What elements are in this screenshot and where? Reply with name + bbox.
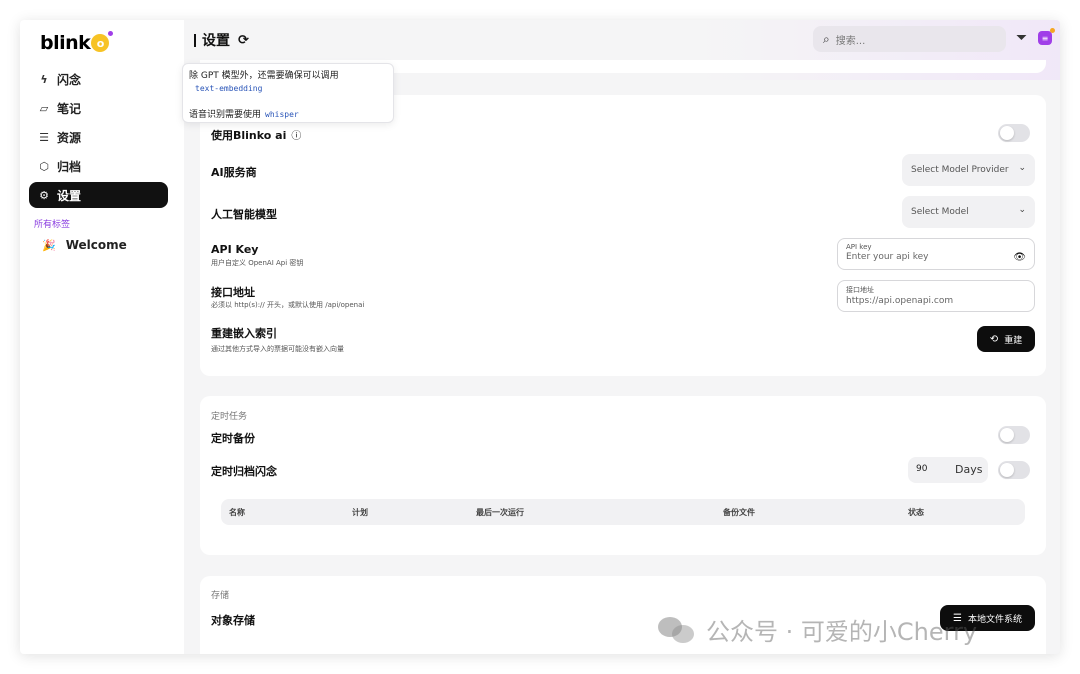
use-blinko-ai-toggle[interactable] xyxy=(998,124,1030,142)
model-select-value: Select Model xyxy=(911,207,969,217)
eye-icon[interactable]: 👁 xyxy=(1013,252,1026,263)
ai-provider-label: AI服务商 xyxy=(211,166,257,179)
reindex-button-label: 重建 xyxy=(1004,335,1023,346)
reindex-desc: 通过其他方式导入的票据可能没有嵌入向量 xyxy=(211,345,344,353)
storage-section-title: 存储 xyxy=(211,591,230,601)
title-bar-icon xyxy=(194,33,196,47)
tooltip-line2: 语音识别需要使用 whisper xyxy=(189,107,299,120)
scheduled-backup-label: 定时备份 xyxy=(211,432,255,445)
sidebar-item-archive[interactable]: ⬡ 归档 xyxy=(29,153,168,179)
model-provider-select[interactable]: Select Model Provider ⌄ xyxy=(902,154,1035,186)
endpoint-label: 接口地址 xyxy=(211,286,255,299)
tag-label: Welcome xyxy=(65,238,127,252)
model-provider-value: Select Model Provider xyxy=(911,165,1009,175)
page-title-text: 设置 xyxy=(202,33,230,49)
notification-icon[interactable]: ≡ xyxy=(1038,28,1055,45)
archive-box-icon: ⬡ xyxy=(39,159,49,173)
logo-o-icon: o xyxy=(91,31,114,52)
watermark: 公众号 · 可爱的小Cherry xyxy=(658,612,977,647)
column-header: 计划 xyxy=(352,508,368,517)
column-header: 最后一次运行 xyxy=(476,508,524,517)
app-logo[interactable]: blink o xyxy=(40,31,114,54)
refresh-icon[interactable]: ⟳ xyxy=(238,33,249,48)
ai-info-tooltip: 除 GPT 模型外，还需要确保可以调用 text-embedding 语音识别需… xyxy=(182,63,394,123)
ai-settings-card: 使用Blinko ai ⓘ AI服务商 Select Model Provider… xyxy=(200,95,1046,376)
reindex-label: 重建嵌入索引 xyxy=(211,327,277,340)
party-popper-icon: 🎉 xyxy=(42,238,56,252)
endpoint-desc: 必须以 http(s):// 开头，或默认使用 /api/openai xyxy=(211,301,365,309)
ai-model-label: 人工智能模型 xyxy=(211,208,277,221)
model-select[interactable]: Select Model ⌄ xyxy=(902,196,1035,228)
sidebar: blink o ϟ 闪念 ▱ 笔记 ☰ 资源 ⬡ 归档 ⚙ 设置 所有标签 🎉 W… xyxy=(20,20,184,654)
sidebar-item-label: 归档 xyxy=(57,159,82,174)
archive-days-unit: Days xyxy=(955,463,983,476)
object-storage-label: 对象存储 xyxy=(211,614,255,627)
gear-icon: ⚙ xyxy=(39,188,49,202)
endpoint-placeholder: https://api.openapi.com xyxy=(846,296,954,306)
archive-days-input[interactable]: 90 Days xyxy=(908,457,988,483)
api-key-label: API Key xyxy=(211,243,259,256)
app-window: blink o ϟ 闪念 ▱ 笔记 ☰ 资源 ⬡ 归档 ⚙ 设置 所有标签 🎉 W… xyxy=(20,20,1060,654)
endpoint-field[interactable]: 接口地址 https://api.openapi.com xyxy=(837,280,1035,312)
info-icon[interactable]: ⓘ xyxy=(291,127,301,142)
database-icon: ☰ xyxy=(39,130,49,144)
api-key-field-label: API key xyxy=(846,243,872,251)
api-key-placeholder: Enter your api key xyxy=(846,252,929,262)
flash-icon: ϟ xyxy=(40,72,48,86)
search-icon: ⌕ xyxy=(823,31,830,46)
sidebar-item-label: 资源 xyxy=(57,130,82,145)
reindex-button[interactable]: ⟲ 重建 xyxy=(977,326,1035,352)
filter-icon[interactable]: ⏷ xyxy=(1016,30,1027,46)
use-blinko-ai-label: 使用Blinko ai ⓘ xyxy=(211,127,301,143)
notes-icon: ▱ xyxy=(39,101,49,115)
chevron-down-icon: ⌄ xyxy=(1018,205,1026,215)
schedule-card: 定时任务 定时备份 定时归档闪念 90 Days 名称 计划 最后一次运行 备份… xyxy=(200,396,1046,555)
schedule-section-title: 定时任务 xyxy=(211,412,248,422)
sidebar-item-flash[interactable]: ϟ 闪念 xyxy=(29,66,168,92)
column-header: 状态 xyxy=(908,508,924,517)
sidebar-item-label: 设置 xyxy=(57,188,82,203)
tooltip-code-embedding: text-embedding xyxy=(195,84,263,93)
api-key-field[interactable]: API key Enter your api key 👁 xyxy=(837,238,1035,270)
schedule-table-header: 名称 计划 最后一次运行 备份文件 状态 xyxy=(221,499,1025,525)
endpoint-field-label: 接口地址 xyxy=(846,286,874,294)
sidebar-item-label: 闪念 xyxy=(57,72,82,87)
logo-text: blink xyxy=(40,32,91,54)
api-key-desc: 用户自定义 OpenAI Api 密钥 xyxy=(211,259,304,267)
search-input[interactable]: ⌕ 搜索... xyxy=(813,26,1006,52)
wechat-icon xyxy=(658,615,696,645)
tooltip-line1: 除 GPT 模型外，还需要确保可以调用 xyxy=(189,71,339,81)
column-header: 名称 xyxy=(229,508,245,517)
sidebar-item-notes[interactable]: ▱ 笔记 xyxy=(29,95,168,121)
sidebar-item-settings[interactable]: ⚙ 设置 xyxy=(29,182,168,208)
scheduled-archive-toggle[interactable] xyxy=(998,461,1030,479)
page-title: 设置 ⟳ xyxy=(194,30,249,50)
tags-section-title: 所有标签 xyxy=(34,220,71,230)
use-blinko-ai-text: 使用Blinko ai xyxy=(211,129,287,142)
chevron-down-icon: ⌄ xyxy=(1018,163,1026,173)
tag-item-welcome[interactable]: 🎉 Welcome xyxy=(42,238,127,252)
rebuild-icon: ⟲ xyxy=(989,333,999,345)
scheduled-archive-label: 定时归档闪念 xyxy=(211,465,277,478)
watermark-text: 公众号 · 可爱的小Cherry xyxy=(706,618,978,646)
tooltip-line2-text: 语音识别需要使用 xyxy=(189,110,262,120)
archive-days-value: 90 xyxy=(916,464,928,474)
sidebar-item-label: 笔记 xyxy=(57,101,82,116)
search-placeholder: 搜索... xyxy=(835,35,866,47)
sidebar-item-resources[interactable]: ☰ 资源 xyxy=(29,124,168,150)
tooltip-code-whisper: whisper xyxy=(265,110,299,119)
scheduled-backup-toggle[interactable] xyxy=(998,426,1030,444)
column-header: 备份文件 xyxy=(723,508,755,517)
